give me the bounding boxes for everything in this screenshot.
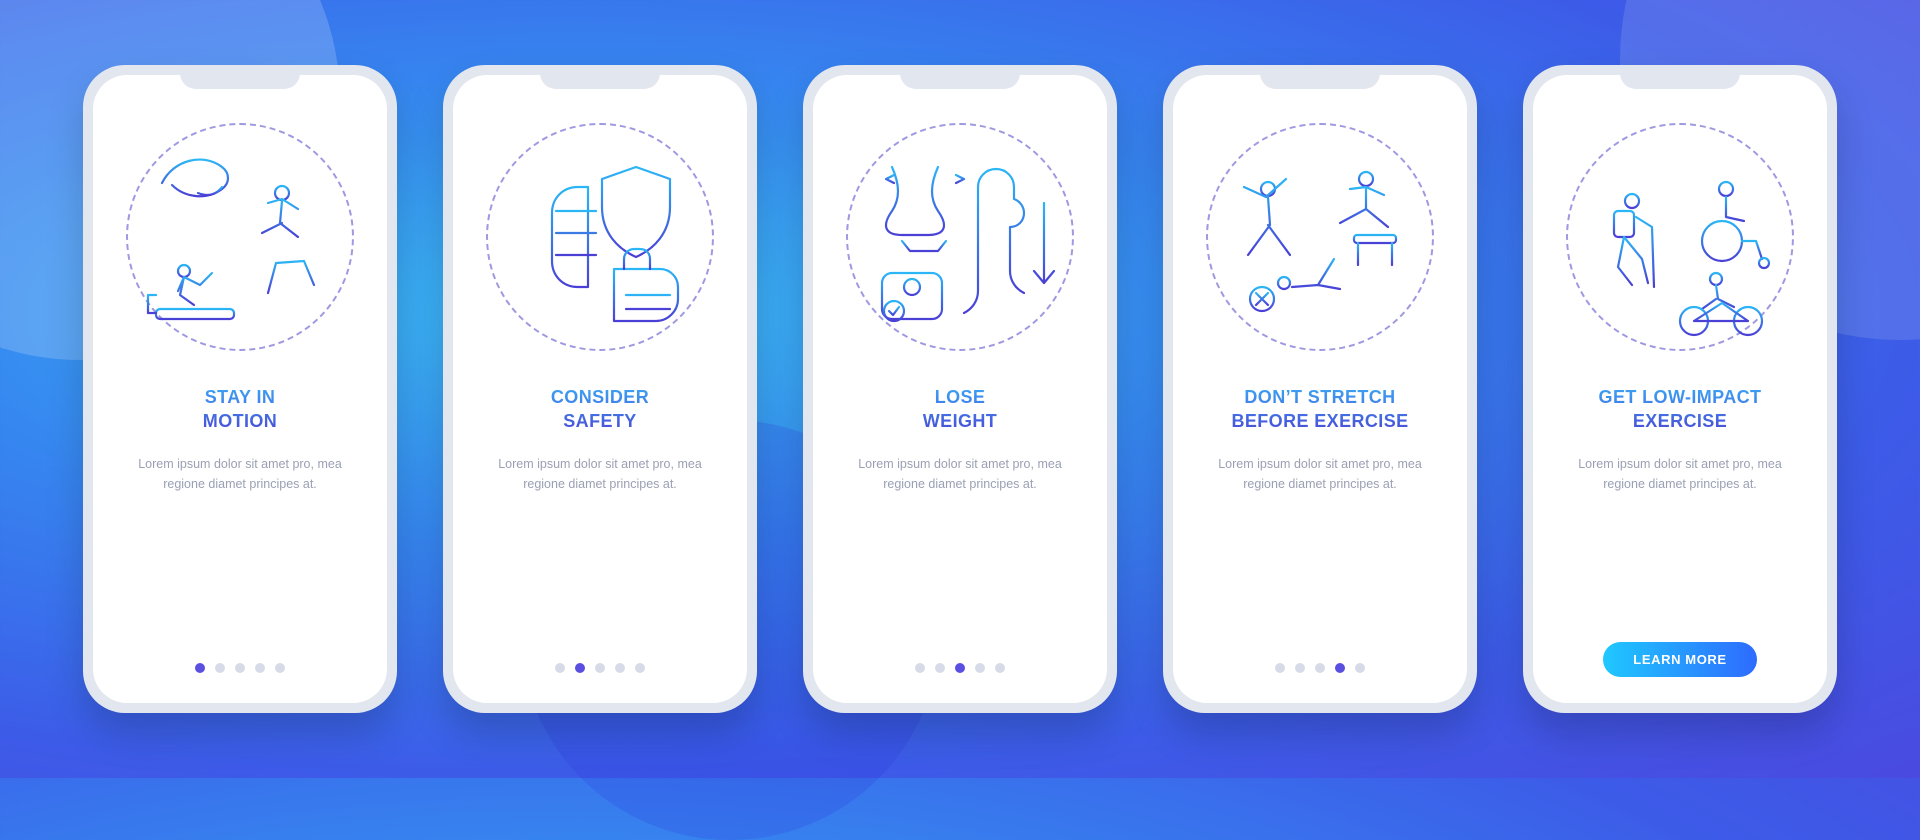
screen-body: Lorem ipsum dolor sit amet pro, mea regi… (1565, 454, 1795, 494)
pagination-dots (195, 663, 285, 677)
screen-body: Lorem ipsum dolor sit amet pro, mea regi… (485, 454, 715, 494)
dot-3[interactable] (1315, 663, 1325, 673)
dot-4[interactable] (255, 663, 265, 673)
screen-body: Lorem ipsum dolor sit amet pro, mea regi… (125, 454, 355, 494)
dot-1[interactable] (1275, 663, 1285, 673)
dot-5[interactable] (995, 663, 1005, 673)
screen-title: DON’T STRETCH BEFORE EXERCISE (1231, 385, 1408, 434)
dot-4[interactable] (975, 663, 985, 673)
onboarding-screen-1: STAY IN MOTION Lorem ipsum dolor sit ame… (83, 65, 397, 713)
dot-4[interactable] (615, 663, 625, 673)
pagination-dots (555, 663, 645, 677)
dot-2[interactable] (575, 663, 585, 673)
dot-5[interactable] (635, 663, 645, 673)
dot-5[interactable] (1355, 663, 1365, 673)
dot-1[interactable] (195, 663, 205, 673)
screen-title: STAY IN MOTION (203, 385, 277, 434)
lose-weight-icon (846, 123, 1074, 351)
onboarding-screen-4: DON’T STRETCH BEFORE EXERCISE Lorem ipsu… (1163, 65, 1477, 713)
dot-4[interactable] (1335, 663, 1345, 673)
dot-1[interactable] (555, 663, 565, 673)
dot-3[interactable] (595, 663, 605, 673)
dont-stretch-icon (1206, 123, 1434, 351)
learn-more-button[interactable]: LEARN MORE (1603, 642, 1756, 677)
dot-5[interactable] (275, 663, 285, 673)
dot-3[interactable] (235, 663, 245, 673)
screen-title: CONSIDER SAFETY (551, 385, 649, 434)
screen-title: LOSE WEIGHT (923, 385, 997, 434)
low-impact-exercise-icon (1566, 123, 1794, 351)
onboarding-screen-5: GET LOW-IMPACT EXERCISE Lorem ipsum dolo… (1523, 65, 1837, 713)
pagination-dots (1275, 663, 1365, 677)
onboarding-carousel: STAY IN MOTION Lorem ipsum dolor sit ame… (0, 0, 1920, 778)
onboarding-screen-3: LOSE WEIGHT Lorem ipsum dolor sit amet p… (803, 65, 1117, 713)
screen-title: GET LOW-IMPACT EXERCISE (1599, 385, 1762, 434)
dot-1[interactable] (915, 663, 925, 673)
pagination-dots (915, 663, 1005, 677)
dot-2[interactable] (215, 663, 225, 673)
dot-3[interactable] (955, 663, 965, 673)
onboarding-screen-2: CONSIDER SAFETY Lorem ipsum dolor sit am… (443, 65, 757, 713)
screen-body: Lorem ipsum dolor sit amet pro, mea regi… (845, 454, 1075, 494)
screen-body: Lorem ipsum dolor sit amet pro, mea regi… (1205, 454, 1435, 494)
dot-2[interactable] (935, 663, 945, 673)
stay-in-motion-icon (126, 123, 354, 351)
consider-safety-icon (486, 123, 714, 351)
dot-2[interactable] (1295, 663, 1305, 673)
